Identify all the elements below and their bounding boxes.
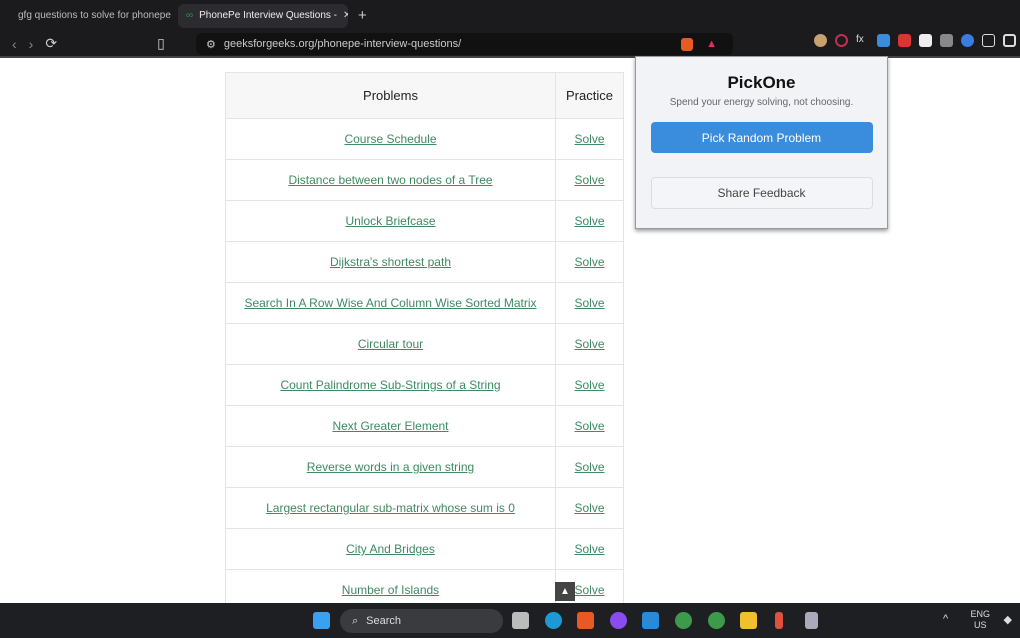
solve-link[interactable]: Solve — [574, 337, 604, 351]
tab-phonepe[interactable]: ∞ PhonePe Interview Questions - ✕ — [178, 3, 348, 28]
brave-icon[interactable] — [577, 612, 594, 629]
scroll-to-top-button[interactable]: ▲ — [555, 582, 575, 601]
tab-bar: gfg questions to solve for phonepe ∞ Phon… — [0, 0, 1020, 31]
solve-link[interactable]: Solve — [574, 419, 604, 433]
play-icon[interactable] — [835, 34, 848, 47]
extension-icon[interactable] — [814, 34, 827, 47]
search-icon: ⌕ — [352, 614, 359, 627]
problem-link[interactable]: City And Bridges — [346, 542, 435, 556]
extension-icon[interactable] — [919, 34, 932, 47]
figma-icon[interactable] — [775, 612, 783, 629]
problem-link[interactable]: Search In A Row Wise And Column Wise Sor… — [244, 296, 536, 310]
problem-link[interactable]: Next Greater Element — [332, 419, 448, 433]
chevron-up-icon[interactable]: ^ — [943, 613, 948, 625]
task-view-icon[interactable] — [512, 612, 529, 629]
close-icon[interactable]: ✕ — [343, 10, 348, 21]
extensions-area: fx — [814, 34, 1016, 47]
solve-link[interactable]: Solve — [574, 542, 604, 556]
table-row: City And Bridges Solve — [225, 528, 624, 570]
table-row: Course Schedule Solve — [225, 118, 624, 160]
brave-shield-icon[interactable] — [681, 37, 693, 51]
taskbar: ⌕ Search ^ ENG US ◆ — [0, 603, 1020, 638]
problem-link[interactable]: Largest rectangular sub-matrix whose sum… — [266, 501, 515, 515]
header-practice: Practice — [555, 72, 624, 119]
problem-link[interactable]: Distance between two nodes of a Tree — [288, 173, 492, 187]
solve-link[interactable]: Solve — [574, 173, 604, 187]
problem-link[interactable]: Course Schedule — [344, 132, 436, 146]
back-icon[interactable]: ‹ — [12, 36, 17, 52]
solve-link[interactable]: Solve — [574, 214, 604, 228]
address-bar[interactable]: ⚙ geeksforgeeks.org/phonepe-interview-que… — [196, 33, 733, 55]
problems-table: Problems Practice Course Schedule Solve Dis… — [225, 72, 624, 611]
sidebar-icon[interactable] — [1003, 34, 1016, 47]
solve-link[interactable]: Solve — [574, 296, 604, 310]
problem-link[interactable]: Circular tour — [358, 337, 423, 351]
wifi-icon[interactable]: ◆ — [1004, 613, 1012, 626]
table-row: Circular tour Solve — [225, 323, 624, 365]
file-explorer-icon[interactable] — [740, 612, 757, 629]
chrome-icon[interactable] — [675, 612, 692, 629]
site-settings-icon[interactable]: ⚙ — [206, 38, 216, 51]
solve-link[interactable]: Solve — [574, 255, 604, 269]
table-row: Unlock Briefcase Solve — [225, 200, 624, 242]
solve-link[interactable]: Solve — [574, 501, 604, 515]
problem-link[interactable]: Unlock Briefcase — [345, 214, 435, 228]
popup-title: PickOne — [727, 73, 796, 92]
edge-icon[interactable] — [545, 612, 562, 629]
reload-icon[interactable]: ⟳ — [45, 35, 57, 52]
solve-link[interactable]: Solve — [574, 460, 604, 474]
problem-link[interactable]: Dijkstra's shortest path — [330, 255, 451, 269]
popup-subtitle: Spend your energy solving, not choosing. — [669, 97, 854, 108]
messenger-icon[interactable] — [610, 612, 627, 629]
windows-start-icon[interactable] — [313, 612, 330, 629]
taskbar-search[interactable]: ⌕ Search — [340, 609, 503, 633]
extension-icon[interactable] — [961, 34, 974, 47]
brave-rewards-icon[interactable]: ▲ — [706, 38, 717, 50]
pickone-popup: PickOne Spend your energy solving, not c… — [635, 56, 888, 229]
solve-link[interactable]: Solve — [574, 583, 604, 597]
gfg-icon: ∞ — [186, 10, 194, 21]
problem-link[interactable]: Number of Islands — [342, 583, 439, 597]
table-row: Distance between two nodes of a Tree Solv… — [225, 159, 624, 201]
header-problems: Problems — [225, 72, 556, 119]
bookmark-icon[interactable]: ▯ — [157, 35, 165, 52]
tab-gfg-questions[interactable]: gfg questions to solve for phonepe — [4, 4, 174, 28]
new-tab-button[interactable]: + — [358, 7, 367, 24]
pick-random-problem-button[interactable]: Pick Random Problem — [650, 122, 873, 153]
table-row: Largest rectangular sub-matrix whose sum… — [225, 487, 624, 529]
table-row: Reverse words in a given string Solve — [225, 446, 624, 488]
share-feedback-button[interactable]: Share Feedback — [650, 177, 873, 209]
pickone-icon[interactable] — [877, 34, 890, 47]
calculator-icon[interactable] — [805, 612, 818, 629]
vscode-icon[interactable] — [642, 612, 659, 629]
toolbar: ‹ › ⟳ ▯ ⚙ geeksforgeeks.org/phonepe-inter… — [0, 31, 1020, 58]
solve-link[interactable]: Solve — [574, 132, 604, 146]
solve-link[interactable]: Solve — [574, 378, 604, 392]
puzzle-icon[interactable] — [982, 34, 995, 47]
extension-icon[interactable] — [898, 34, 911, 47]
chrome-icon[interactable] — [708, 612, 725, 629]
table-row: Search In A Row Wise And Column Wise Sor… — [225, 282, 624, 324]
fx-icon[interactable]: fx — [856, 34, 869, 47]
table-row: Count Palindrome Sub-Strings of a String… — [225, 364, 624, 406]
problem-link[interactable]: Reverse words in a given string — [307, 460, 474, 474]
table-row: Dijkstra's shortest path Solve — [225, 241, 624, 283]
language-indicator[interactable]: ENG US — [970, 609, 990, 631]
forward-icon[interactable]: › — [29, 36, 34, 52]
extension-icon[interactable] — [940, 34, 953, 47]
problem-link[interactable]: Count Palindrome Sub-Strings of a String — [280, 378, 500, 392]
table-row: Next Greater Element Solve — [225, 405, 624, 447]
